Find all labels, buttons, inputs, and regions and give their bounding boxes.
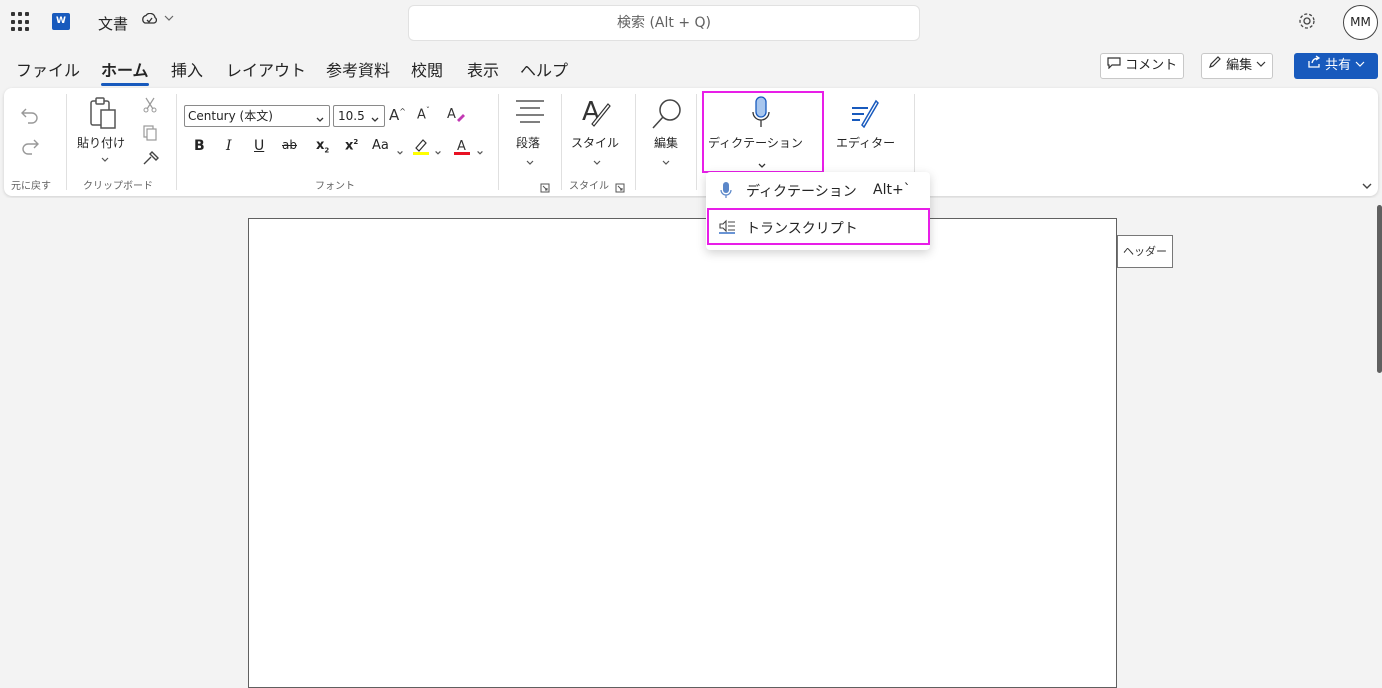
chevron-down-icon[interactable] <box>434 142 442 161</box>
chevron-down-icon[interactable] <box>661 153 671 172</box>
chevron-down-icon[interactable] <box>476 142 484 161</box>
ribbon-tabs: ファイル ホーム 挿入 レイアウト 参考資料 校閲 表示 ヘルプ コメント 編集… <box>0 46 1382 86</box>
chevron-down-icon <box>315 111 325 131</box>
dialog-launcher-icon[interactable] <box>540 178 550 197</box>
separator <box>498 94 499 190</box>
separator <box>66 94 67 190</box>
font-size-value: 10.5 <box>338 109 365 123</box>
share-button[interactable]: 共有 <box>1294 53 1378 79</box>
tab-review[interactable]: 校閲 <box>411 57 443 81</box>
font-group-label: フォント <box>315 181 355 192</box>
chevron-down-icon[interactable] <box>525 153 535 172</box>
tab-file[interactable]: ファイル <box>16 57 80 81</box>
search-icon[interactable] <box>650 97 684 135</box>
comment-label: コメント <box>1125 58 1178 73</box>
bold-icon[interactable]: B <box>194 138 205 154</box>
font-name-select[interactable]: Century (本文) <box>184 105 330 127</box>
ribbon-collapse-chevron-icon[interactable] <box>1361 176 1373 195</box>
superscript-icon[interactable]: x2 <box>345 138 358 153</box>
microphone-icon <box>720 181 732 203</box>
menu-item-dictation[interactable]: ディクテーション Alt+` <box>706 173 930 207</box>
search-input[interactable]: 検索 (Alt + Q) <box>408 5 920 41</box>
strikethrough-icon[interactable]: ab <box>282 138 297 152</box>
header-tag[interactable]: ヘッダー <box>1117 235 1173 268</box>
menu-item-label: ディクテーション <box>746 184 857 200</box>
scrollbar-thumb[interactable] <box>1377 205 1382 373</box>
edit-mode-button[interactable]: 編集 <box>1201 53 1274 79</box>
share-label: 共有 <box>1324 58 1351 73</box>
paragraph-label[interactable]: 段落 <box>516 134 540 151</box>
gear-icon[interactable] <box>1297 11 1317 36</box>
ribbon: 元に戻す 貼り付け クリップボード Century (本文) 10.5 A^ A… <box>4 88 1378 196</box>
document-page[interactable] <box>248 218 1117 688</box>
copy-icon[interactable] <box>142 125 158 145</box>
format-painter-icon[interactable] <box>142 150 160 170</box>
chevron-down-icon <box>1355 58 1365 73</box>
pencil-icon <box>1208 56 1226 73</box>
cut-icon[interactable] <box>143 97 157 117</box>
tab-home[interactable]: ホーム <box>101 57 149 86</box>
subscript-icon[interactable]: x2 <box>316 138 329 155</box>
comment-icon <box>1107 57 1125 73</box>
app-launcher-icon[interactable] <box>11 12 31 32</box>
redo-icon[interactable] <box>20 138 40 160</box>
word-logo-icon: W <box>52 13 70 30</box>
tab-insert[interactable]: 挿入 <box>171 57 203 81</box>
separator <box>635 94 636 190</box>
share-icon <box>1307 55 1325 73</box>
undo-icon[interactable] <box>20 107 40 129</box>
menu-item-shortcut: Alt+` <box>873 182 911 198</box>
chevron-down-icon <box>370 111 380 131</box>
underline-icon[interactable]: U <box>254 138 264 154</box>
save-status-icon <box>141 12 158 31</box>
chevron-down-icon[interactable] <box>164 12 174 26</box>
chevron-down-icon[interactable] <box>592 153 602 172</box>
highlighter-icon[interactable] <box>411 136 431 160</box>
comment-button[interactable]: コメント <box>1100 53 1185 79</box>
svg-text:A: A <box>447 107 456 122</box>
editor-icon[interactable] <box>848 98 880 132</box>
styles-group-label: スタイル <box>569 181 609 192</box>
change-case-icon[interactable]: Aa <box>372 138 389 153</box>
font-size-select[interactable]: 10.5 <box>333 105 385 127</box>
font-name-value: Century (本文) <box>188 109 273 123</box>
separator <box>696 94 697 190</box>
paste-icon[interactable] <box>88 96 118 134</box>
avatar[interactable]: MM <box>1343 5 1378 40</box>
dictation-highlight-box <box>702 91 824 173</box>
svg-text:A: A <box>457 139 466 154</box>
undo-group-label: 元に戻す <box>11 181 51 192</box>
styles-label[interactable]: スタイル <box>571 134 619 151</box>
tab-view[interactable]: 表示 <box>467 57 499 81</box>
chevron-down-icon[interactable] <box>100 150 110 169</box>
document-title[interactable]: 文書 <box>98 13 128 34</box>
separator <box>561 94 562 190</box>
transcript-highlight-box <box>707 208 930 245</box>
italic-icon[interactable]: I <box>226 138 232 154</box>
tab-layout[interactable]: レイアウト <box>226 57 306 81</box>
chevron-down-icon <box>1256 58 1266 73</box>
chevron-down-icon[interactable] <box>396 142 404 161</box>
clipboard-group-label: クリップボード <box>83 181 153 192</box>
title-bar: W 文書 検索 (Alt + Q) MM <box>0 0 1382 46</box>
edit-mode-label: 編集 <box>1226 58 1253 73</box>
tab-references[interactable]: 参考資料 <box>326 57 390 81</box>
clear-formatting-icon[interactable]: A <box>446 104 466 128</box>
paragraph-icon[interactable] <box>514 98 546 130</box>
editor-label[interactable]: エディター <box>836 134 895 151</box>
separator <box>176 94 177 190</box>
paste-label[interactable]: 貼り付け <box>77 134 125 151</box>
styles-icon[interactable]: A <box>580 96 612 132</box>
editing-label[interactable]: 編集 <box>654 134 678 151</box>
dialog-launcher-icon[interactable] <box>615 178 625 197</box>
tab-help[interactable]: ヘルプ <box>520 57 568 81</box>
font-color-icon[interactable]: A <box>452 136 472 160</box>
shrink-font-icon[interactable]: Aˇ <box>417 106 430 122</box>
grow-font-icon[interactable]: A^ <box>389 106 406 124</box>
